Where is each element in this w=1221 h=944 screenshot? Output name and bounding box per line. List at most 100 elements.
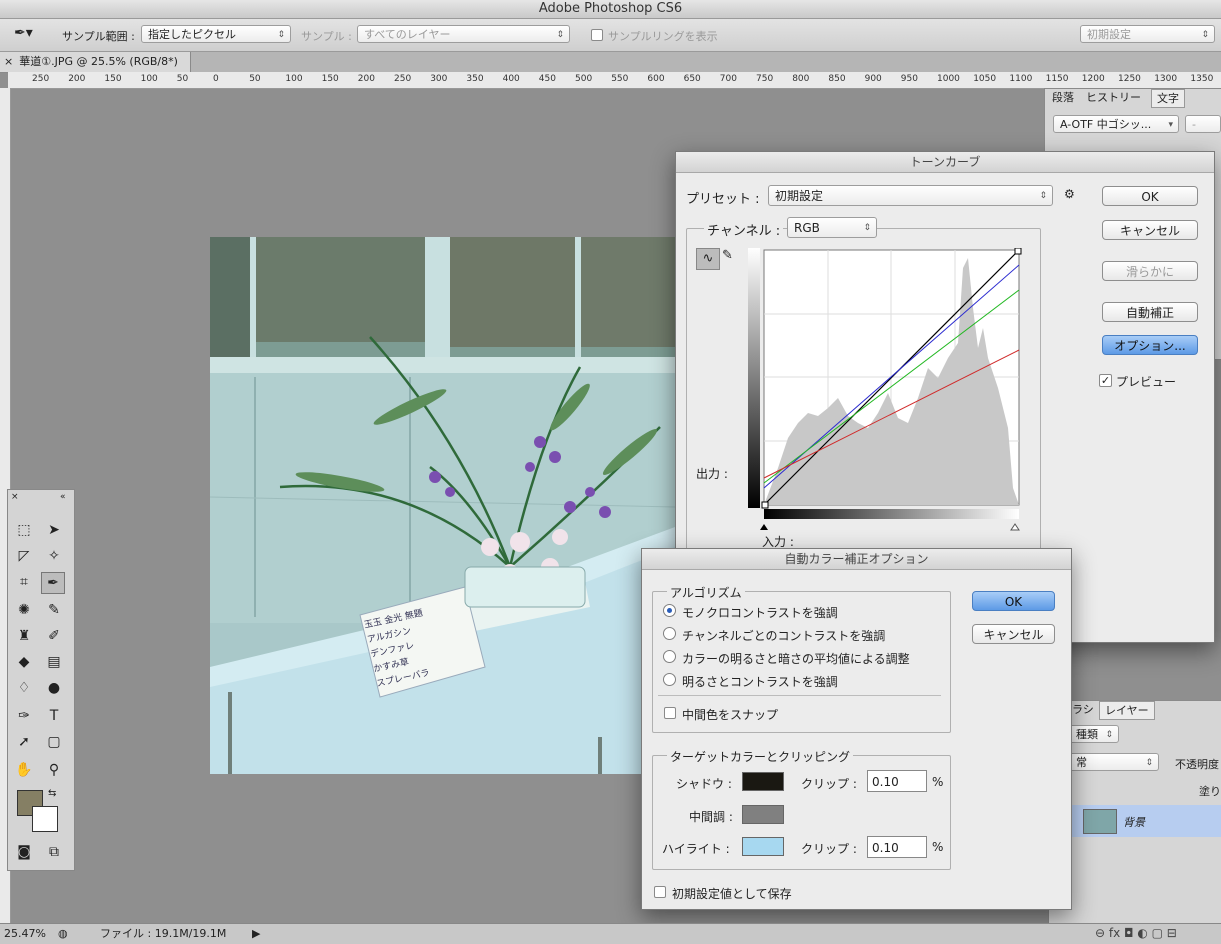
select-arrow-icon: ⇕ — [1105, 730, 1113, 740]
shape-tool-icon[interactable]: ▢ — [43, 732, 65, 752]
crop-tool-icon[interactable]: ⌗ — [13, 572, 35, 592]
auto-color-ok-button[interactable]: OK — [972, 591, 1055, 611]
collapse-icon[interactable]: « — [60, 492, 66, 502]
midtone-color-swatch[interactable] — [742, 805, 784, 824]
curves-graph[interactable] — [748, 248, 1024, 538]
document-image[interactable]: 玉玉 金光 無題 アルガシン デンファレ かすみ草 スプレーバラ — [210, 237, 675, 774]
highlight-clip-value: 0.10 — [872, 841, 899, 855]
background-color-swatch[interactable] — [32, 806, 58, 832]
curves-ok-button[interactable]: OK — [1102, 186, 1198, 206]
gradient-tool-icon[interactable]: ▤ — [43, 652, 65, 672]
eraser-tool-icon[interactable]: ◆ — [13, 652, 35, 672]
ruler-tick-label: 600 — [647, 74, 665, 84]
percent-label: % — [932, 840, 944, 854]
blend-mode-select[interactable]: 常 ⇕ — [1069, 753, 1159, 771]
blur-tool-icon[interactable]: ♢ — [13, 678, 35, 698]
auto-color-cancel-button[interactable]: キャンセル — [972, 624, 1055, 644]
tab-layers[interactable]: レイヤー — [1099, 701, 1155, 720]
document-tab[interactable]: × 華道①.JPG @ 25.5% (RGB/8*) — [0, 52, 191, 72]
marquee-tool-icon[interactable]: ⬚ — [13, 520, 35, 540]
close-tab-icon[interactable]: × — [4, 55, 13, 68]
pencil-tool-icon[interactable]: ✎ — [722, 248, 733, 263]
font-family-select[interactable]: A-OTF 中ゴシッ... ▾ — [1053, 115, 1179, 133]
select-arrow-icon: ⇕ — [556, 30, 564, 40]
magic-wand-icon[interactable]: ✧ — [43, 546, 65, 566]
ruler-tick-label: 800 — [792, 74, 810, 84]
workspace-select[interactable]: 初期設定 ⇕ — [1080, 25, 1215, 43]
options-button[interactable]: オプション... — [1102, 335, 1198, 355]
swap-colors-icon[interactable]: ⇆ — [48, 788, 56, 799]
zoom-level[interactable]: 25.47% — [4, 924, 46, 943]
font-style-value: - — [1192, 118, 1196, 131]
zoom-tool-icon[interactable]: ⚲ — [43, 760, 65, 780]
layer-row[interactable]: 背景 — [1071, 805, 1221, 837]
dodge-tool-icon[interactable]: ● — [43, 678, 65, 698]
font-style-select[interactable]: - — [1185, 115, 1221, 133]
percent-label: % — [932, 775, 944, 789]
layer-name: 背景 — [1123, 816, 1145, 829]
healing-brush-icon[interactable]: ✺ — [13, 600, 35, 620]
hand-tool-icon[interactable]: ✋ — [13, 760, 35, 780]
shadow-clip-input[interactable]: 0.10 — [867, 770, 927, 792]
type-tool-icon[interactable]: T — [43, 706, 65, 726]
path-selection-icon[interactable]: ➚ — [13, 732, 35, 752]
select-arrow-icon: ⇕ — [1145, 758, 1153, 768]
toolbox: × « ⬚ ➤ ◸ ✧ ⌗ ✒ ✺ ✎ ♜ ✐ ◆ ▤ ♢ ● ✑ T ➚ ▢ … — [7, 489, 75, 871]
clone-stamp-icon[interactable]: ♜ — [13, 626, 35, 646]
preset-label: プリセット : — [686, 192, 760, 207]
ruler-tick-label: 100 — [140, 74, 158, 84]
ruler-tick-label: 900 — [864, 74, 882, 84]
screen-mode-icon[interactable]: ⧉ — [43, 842, 65, 862]
show-ring-checkbox[interactable] — [591, 29, 603, 41]
shadow-color-swatch[interactable] — [742, 772, 784, 791]
layers-panel-footer-icons[interactable]: ⊖ fx ◘ ◐ ▢ ⊟ — [1095, 924, 1177, 943]
ruler-tick-label: 100 — [285, 74, 303, 84]
algorithm-radio-dark-light[interactable] — [663, 650, 676, 663]
move-tool-icon[interactable]: ➤ — [43, 520, 65, 540]
tab-history[interactable]: ヒストリー — [1081, 89, 1146, 106]
ruler-tick-label: 150 — [321, 74, 339, 84]
status-bar: 25.47% ◍ ファイル : 19.1M/19.1M ▶ ⊖ fx ◘ ◐ ▢… — [0, 923, 1221, 944]
tab-paragraph[interactable]: 段落 — [1047, 89, 1079, 106]
channel-select[interactable]: RGB ⇕ — [787, 217, 877, 238]
curves-cancel-button[interactable]: キャンセル — [1102, 220, 1198, 240]
highlight-label: ハイライト : — [662, 842, 730, 856]
curve-edit-tool-icon[interactable]: ∿ — [696, 248, 720, 270]
select-arrow-icon: ⇕ — [277, 30, 285, 40]
algorithm-radio-per-channel[interactable] — [663, 627, 676, 640]
snap-neutral-checkbox[interactable] — [664, 707, 676, 719]
eyedropper-tool-icon[interactable]: ✒▾ — [14, 25, 42, 45]
layers-panel: ラシ レイヤー 種類 ⇕ 常 ⇕ 不透明度 塗り 背景 — [1048, 700, 1221, 925]
eyedropper-tool-icon[interactable]: ✒ — [41, 572, 65, 594]
layer-thumbnail — [1083, 809, 1117, 834]
smooth-button[interactable]: 滑らかに — [1102, 261, 1198, 281]
algorithm-label: 明るさとコントラストを強調 — [682, 675, 838, 689]
pen-tool-icon[interactable]: ✑ — [13, 706, 35, 726]
output-label: 出力 : — [696, 467, 728, 481]
ruler-tick-label: 0 — [213, 74, 219, 84]
close-icon[interactable]: × — [11, 492, 19, 502]
auto-button[interactable]: 自動補正 — [1102, 302, 1198, 322]
select-arrow-icon: ⇕ — [1201, 30, 1209, 40]
sample-select[interactable]: すべてのレイヤー ⇕ — [357, 25, 570, 43]
algorithm-radio-monochromatic[interactable] — [663, 604, 676, 617]
brush-tool-icon[interactable]: ✎ — [43, 600, 65, 620]
layer-filter-select[interactable]: 種類 ⇕ — [1069, 725, 1119, 743]
history-brush-icon[interactable]: ✐ — [43, 626, 65, 646]
sample-label: サンプル : — [301, 30, 352, 43]
preview-checkbox[interactable]: ✓ — [1099, 374, 1112, 387]
algorithm-radio-brightness-contrast[interactable] — [663, 673, 676, 686]
status-menu-arrow-icon[interactable]: ▶ — [252, 924, 260, 943]
sample-size-select[interactable]: 指定したピクセル ⇕ — [141, 25, 291, 43]
highlight-color-swatch[interactable] — [742, 837, 784, 856]
highlight-clip-input[interactable]: 0.10 — [867, 836, 927, 858]
preset-select[interactable]: 初期設定 ⇕ — [768, 185, 1053, 206]
lasso-tool-icon[interactable]: ◸ — [13, 546, 35, 566]
tab-character[interactable]: 文字 — [1151, 89, 1185, 108]
save-defaults-checkbox[interactable] — [654, 886, 666, 898]
algorithm-label: チャンネルごとのコントラストを強調 — [682, 629, 886, 643]
select-arrow-icon: ⇕ — [1039, 191, 1047, 201]
quick-mask-icon[interactable]: ◙ — [13, 842, 35, 862]
ruler-tick-label: 250 — [394, 74, 412, 84]
preset-options-gear-icon[interactable]: ⚙ — [1064, 187, 1075, 201]
